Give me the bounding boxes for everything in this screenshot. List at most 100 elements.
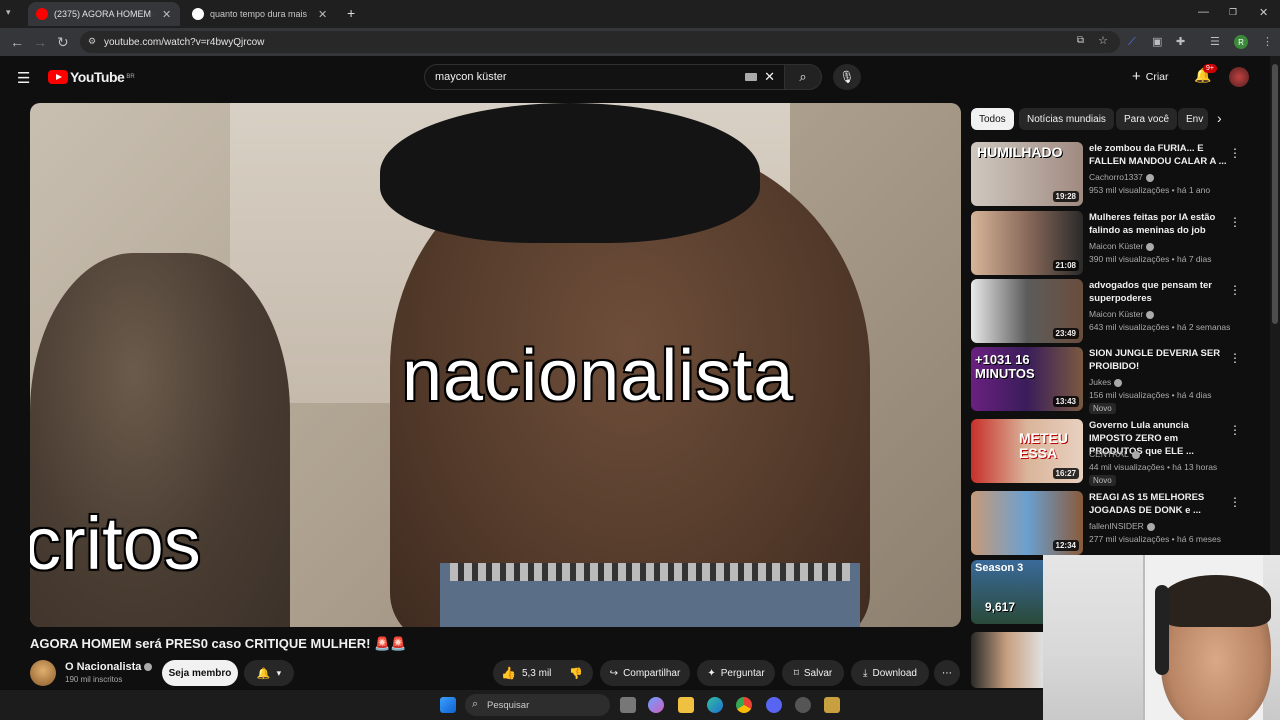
cast-icon[interactable]: ▣ — [1152, 34, 1162, 50]
more-actions-button[interactable]: ⋯ — [934, 660, 960, 686]
recommendation-channel[interactable]: fallenINSIDER — [1089, 521, 1155, 531]
recommendation-title[interactable]: REAGI AS 15 MELHORES JOGADAS DE DONK e .… — [1089, 491, 1229, 517]
windows-start-icon[interactable] — [440, 697, 456, 713]
taskbar-search-input[interactable]: ⌕ Pesquisar — [465, 694, 610, 716]
subscription-bell-button[interactable]: 🔔 ▾ — [244, 660, 294, 686]
share-arrow-icon: ↪ — [609, 667, 619, 679]
recommendation-item[interactable]: +1031 16 MINUTOS 13:43 SION JUNGLE DEVER… — [971, 347, 1251, 414]
more-vertical-icon[interactable]: ⋮ — [1229, 351, 1241, 365]
site-info-icon[interactable]: ⚙ — [88, 36, 96, 47]
new-badge: Novo — [1089, 475, 1116, 486]
chrome-icon[interactable] — [736, 697, 752, 713]
chip-all[interactable]: Todos — [971, 108, 1014, 130]
video-thumbnail[interactable]: +1031 16 MINUTOS 13:43 — [971, 347, 1083, 411]
recommendation-channel[interactable]: Maicon Küster — [1089, 309, 1155, 319]
chip-world-news[interactable]: Notícias mundiais — [1019, 108, 1114, 130]
close-tab-icon[interactable]: ✕ — [318, 8, 327, 21]
account-avatar[interactable] — [1229, 67, 1249, 87]
file-explorer-icon[interactable] — [678, 697, 694, 713]
share-button[interactable]: ↪ Compartilhar — [600, 660, 690, 686]
address-bar[interactable]: ⚙ youtube.com/watch?v=r4bwyQjrcow ⧉ ☆ — [80, 31, 1120, 53]
reload-icon[interactable]: ↻ — [57, 34, 69, 50]
bell-icon: 🔔 — [256, 667, 271, 680]
edge-icon[interactable] — [707, 697, 723, 713]
search-button[interactable]: ⌕ — [784, 64, 822, 90]
recommendation-title[interactable]: SION JUNGLE DEVERIA SER PROIBIDO! — [1089, 347, 1229, 373]
scrollbar-thumb[interactable] — [1272, 64, 1278, 324]
more-vertical-icon[interactable]: ⋮ — [1229, 495, 1241, 509]
create-button[interactable]: + Criar — [1132, 68, 1169, 85]
app-icon[interactable] — [795, 697, 811, 713]
verified-icon — [1146, 522, 1155, 531]
search-input[interactable]: maycon küster ✕ — [424, 64, 786, 90]
keyboard-icon[interactable] — [745, 73, 757, 81]
install-app-icon[interactable]: ⧉ — [1077, 35, 1084, 46]
channel-name[interactable]: O Nacionalista — [65, 661, 153, 673]
more-vertical-icon[interactable]: ⋮ — [1229, 146, 1241, 160]
browser-menu-icon[interactable]: ⋮ — [1262, 34, 1273, 50]
channel-text: Cachorro1337 — [1089, 172, 1143, 182]
close-window-icon[interactable]: ✕ — [1259, 6, 1268, 19]
video-thumbnail[interactable]: HUMILHADO 19:28 — [971, 142, 1083, 206]
task-view-icon[interactable] — [620, 697, 636, 713]
discord-icon[interactable] — [766, 697, 782, 713]
recommendation-title[interactable]: advogados que pensam ter superpoderes — [1089, 279, 1229, 305]
video-thumbnail[interactable]: Season 3 9,617 — [971, 560, 1043, 624]
video-player[interactable]: nacionalista critos — [30, 103, 961, 627]
clear-search-icon[interactable]: ✕ — [764, 69, 775, 85]
tab-search-button[interactable]: ▾ — [6, 7, 20, 21]
video-thumbnail[interactable] — [971, 632, 1043, 688]
game-launcher-icon[interactable] — [824, 697, 840, 713]
join-button[interactable]: Seja membro — [162, 660, 238, 686]
copilot-icon[interactable] — [648, 697, 664, 713]
recommendation-item[interactable]: 21:08 Mulheres feitas por IA estão falin… — [971, 211, 1251, 275]
profile-avatar[interactable]: R — [1234, 35, 1248, 49]
recommendation-item[interactable]: 23:49 advogados que pensam ter superpode… — [971, 279, 1251, 343]
minimize-window-icon[interactable]: — — [1198, 6, 1209, 18]
download-icon: ⤓ — [863, 667, 868, 679]
recommendation-item[interactable]: 12:34 REAGI AS 15 MELHORES JOGADAS DE DO… — [971, 491, 1251, 555]
recommendation-item[interactable]: HUMILHADO 19:28 ele zombou da FURIA... E… — [971, 142, 1251, 206]
chip-partial[interactable]: Env — [1178, 108, 1208, 130]
recommendation-channel[interactable]: Jukes — [1089, 377, 1123, 387]
guide-menu-icon[interactable]: ☰ — [17, 69, 30, 87]
extensions-puzzle-icon[interactable]: ✚ — [1176, 34, 1185, 50]
bookmark-star-icon[interactable]: ☆ — [1098, 34, 1108, 47]
recommendation-channel[interactable]: Cachorro1337 — [1089, 172, 1154, 182]
ask-button[interactable]: ✦ Perguntar — [697, 660, 775, 686]
tab-google-search[interactable]: quanto tempo dura mais ou menos ✕ — [184, 2, 336, 26]
video-thumbnail[interactable]: 23:49 — [971, 279, 1083, 343]
recommendation-title[interactable]: ele zombou da FURIA... E FALLEN MANDOU C… — [1089, 142, 1229, 168]
recommendation-channel[interactable]: Maicon Küster — [1089, 241, 1155, 251]
new-tab-button[interactable]: + — [347, 5, 355, 21]
like-button[interactable]: 👍 5,3 mil 👎 — [493, 660, 593, 686]
recommendation-channel[interactable]: CENTRAL — [1089, 449, 1140, 459]
dislike-icon[interactable]: 👎 — [569, 667, 583, 680]
chip-for-you[interactable]: Para você — [1116, 108, 1178, 130]
chevron-right-icon[interactable]: › — [1217, 110, 1222, 126]
video-thumbnail[interactable]: 12:34 — [971, 491, 1083, 555]
more-vertical-icon[interactable]: ⋮ — [1229, 283, 1241, 297]
close-tab-icon[interactable]: ✕ — [162, 8, 171, 21]
notifications-button[interactable]: 🔔 9+ — [1194, 64, 1217, 84]
video-thumbnail[interactable]: METEU ESSA 16:27 — [971, 419, 1083, 483]
voice-search-button[interactable]: 🎙 — [833, 64, 861, 90]
recommendation-title[interactable]: Mulheres feitas por IA estão falindo as … — [1089, 211, 1229, 237]
verified-icon — [1146, 242, 1155, 251]
save-label: Salvar — [803, 667, 833, 679]
back-arrow-icon[interactable]: ← — [10, 34, 24, 50]
download-button[interactable]: ⤓ Download — [851, 660, 929, 686]
video-thumbnail[interactable]: 21:08 — [971, 211, 1083, 275]
extension-icon[interactable]: ⟋ — [1128, 34, 1136, 50]
forward-arrow-icon[interactable]: → — [33, 34, 47, 50]
more-vertical-icon[interactable]: ⋮ — [1229, 215, 1241, 229]
youtube-logo[interactable]: YouTube BR — [48, 69, 135, 85]
restore-window-icon[interactable]: ❐ — [1229, 7, 1237, 18]
tab-youtube-video[interactable]: (2375) AGORA HOMEM será PRES0 caso CRITI… — [28, 2, 180, 26]
more-vertical-icon[interactable]: ⋮ — [1229, 423, 1241, 437]
recommendation-item[interactable]: METEU ESSA 16:27 Governo Lula anuncia IM… — [971, 419, 1251, 486]
page-scrollbar[interactable] — [1270, 56, 1280, 556]
channel-avatar[interactable] — [30, 660, 56, 686]
reading-list-icon[interactable]: ☰ — [1210, 34, 1220, 50]
save-button[interactable]: ⌑ Salvar — [782, 660, 844, 686]
